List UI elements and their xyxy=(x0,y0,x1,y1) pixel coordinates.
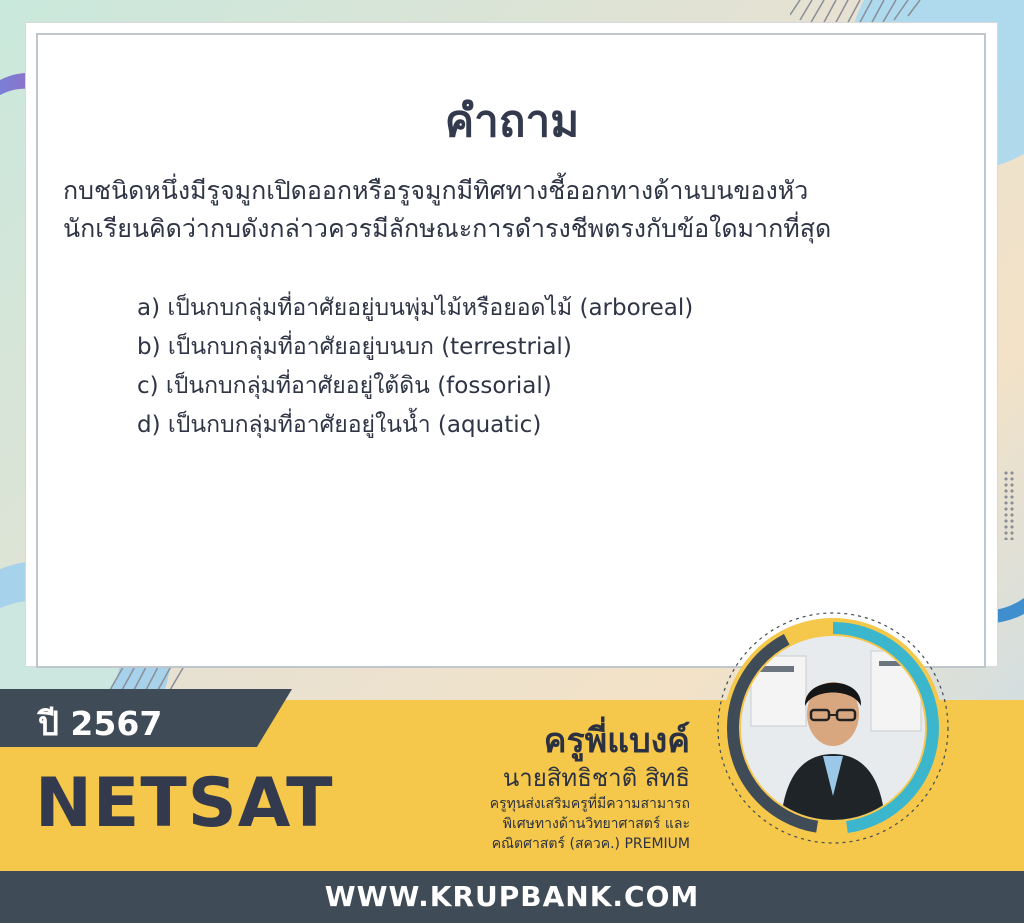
answer-choices: a) เป็นกบกลุ่มที่อาศัยอยู่บนพุ่มไม้หรือย… xyxy=(137,289,937,445)
credential-line: คณิตศาสตร์ (สควค.) PREMIUM xyxy=(491,836,690,852)
credential-line: ครูทุนส่งเสริมครูที่มีความสามารถ xyxy=(489,796,690,812)
website-link[interactable]: WWW.KRUPBANK.COM xyxy=(0,880,1024,913)
teacher-fullname: นายสิทธิชาติ สิทธิ xyxy=(502,764,690,792)
teacher-portrait-icon xyxy=(741,636,925,820)
teacher-photo xyxy=(741,636,925,820)
choice-c[interactable]: c) เป็นกบกลุ่มที่อาศัยอยู่ใต้ดิน (fossor… xyxy=(137,367,937,406)
page-title: คำถาม xyxy=(444,96,580,147)
choice-d[interactable]: d) เป็นกบกลุ่มที่อาศัยอยู่ในน้ำ (aquatic… xyxy=(137,406,937,445)
credential-line: พิเศษทางด้านวิทยาศาสตร์ และ xyxy=(502,816,690,832)
teacher-credentials: ครูทุนส่งเสริมครูที่มีความสามารถ พิเศษทา… xyxy=(420,794,690,854)
decor-dots-right xyxy=(1003,470,1015,540)
question-line: กบชนิดหนึ่งมีรูจมูกเปิดออกหรือรูจมูกมีทิ… xyxy=(63,176,809,205)
exam-name: NETSAT xyxy=(35,764,334,843)
question-text: กบชนิดหนึ่งมีรูจมูกเปิดออกหรือรูจมูกมีทิ… xyxy=(63,172,963,248)
choice-b[interactable]: b) เป็นกบกลุ่มที่อาศัยอยู่บนบก (terrestr… xyxy=(137,328,937,367)
question-line: นักเรียนคิดว่ากบดังกล่าวควรมีลักษณะการดำ… xyxy=(63,214,832,243)
choice-a[interactable]: a) เป็นกบกลุ่มที่อาศัยอยู่บนพุ่มไม้หรือย… xyxy=(137,289,937,328)
year-label: ปี 2567 xyxy=(38,704,163,743)
